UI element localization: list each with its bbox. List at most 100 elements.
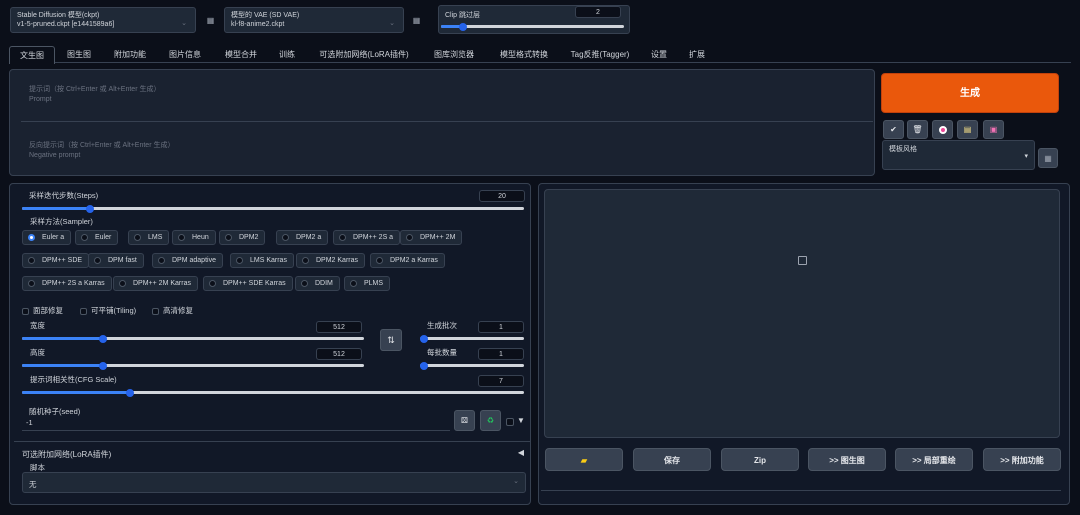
check-icon[interactable]: ✔ xyxy=(883,120,904,139)
vae-select[interactable]: 模型的 VAE (SD VAE) kl-f8-anime2.ckpt ⌄ xyxy=(224,7,404,33)
send-to-img2img-button[interactable]: >> 图生图 xyxy=(808,448,886,471)
negative-prompt-textarea[interactable]: 反向提示词（按 Ctrl+Enter 或 Alt+Enter 生成） Negat… xyxy=(21,132,873,172)
lora-icon[interactable] xyxy=(932,120,953,139)
sampler-option[interactable]: PLMS xyxy=(344,276,391,291)
sampler-option-label: LMS xyxy=(148,234,163,241)
refresh-vae-icon[interactable]: ▦ xyxy=(410,14,423,26)
save-icon[interactable]: ▣ xyxy=(983,120,1004,139)
sampler-option[interactable]: DPM2 xyxy=(219,230,266,245)
dice-icon[interactable]: ⚄ xyxy=(454,410,475,431)
tiling-checkbox[interactable]: 可平铺(Tiling) xyxy=(80,305,136,316)
tab-tagger[interactable]: Tag反推(Tagger) xyxy=(565,46,635,63)
sampler-option[interactable]: DPM++ 2M xyxy=(400,230,463,245)
trash-icon[interactable]: 🗑 xyxy=(907,120,928,139)
height-slider[interactable] xyxy=(22,361,364,370)
apply-style-icon[interactable]: ▦ xyxy=(1038,148,1058,168)
sampler-option[interactable]: DPM adaptive xyxy=(152,253,223,268)
steps-slider[interactable] xyxy=(22,204,524,213)
tiling-label: 可平铺(Tiling) xyxy=(91,306,137,315)
sampler-option[interactable]: DPM2 a Karras xyxy=(370,253,445,268)
generate-button[interactable]: 生成 xyxy=(881,73,1059,113)
lora-accordion[interactable]: 可选附加网络(LoRA插件) ◀ xyxy=(14,441,530,463)
ckpt-select[interactable]: Stable Diffusion 模型(ckpt) v1-5-pruned.ck… xyxy=(10,7,196,33)
steps-input[interactable]: 20 xyxy=(479,190,525,202)
sampler-option[interactable]: Heun xyxy=(172,230,216,245)
tab-txt2img[interactable]: 文生图 xyxy=(9,46,55,64)
sampler-option[interactable]: DPM++ 2M Karras xyxy=(113,276,198,291)
checkbox-icon xyxy=(152,307,159,315)
swap-icon[interactable]: ⇅ xyxy=(380,329,402,351)
folder-icon: ▰ xyxy=(580,456,588,465)
open-folder-button[interactable]: ▰ xyxy=(545,448,623,471)
tab-gallery[interactable]: 图库浏览器 xyxy=(427,46,481,63)
send-to-extras-button[interactable]: >> 附加功能 xyxy=(983,448,1061,471)
prompt-textarea[interactable]: 提示词（按 Ctrl+Enter 或 Alt+Enter 生成） Prompt xyxy=(21,76,873,122)
send-to-inpaint-button[interactable]: >> 局部重绘 xyxy=(895,448,973,471)
caret-down-icon[interactable]: ▼ xyxy=(517,416,525,425)
batch-size-slider[interactable] xyxy=(420,361,524,370)
style-label: 模板风格 xyxy=(889,146,917,153)
tab-extensions[interactable]: 扩展 xyxy=(684,46,710,63)
clipboard-icon[interactable]: ▤ xyxy=(957,120,978,139)
batch-size-input[interactable]: 1 xyxy=(478,348,524,360)
refresh-models-icon[interactable]: ▦ xyxy=(204,14,217,26)
save-button[interactable]: 保存 xyxy=(633,448,711,471)
sampler-option[interactable]: DPM fast xyxy=(88,253,144,268)
sampler-option-label: DPM2 a xyxy=(296,234,322,241)
sampler-option[interactable]: DPM++ SDE Karras xyxy=(203,276,293,291)
sampler-option[interactable]: LMS Karras xyxy=(230,253,294,268)
seed-input[interactable]: -1 xyxy=(26,418,33,427)
tab-img2img[interactable]: 图生图 xyxy=(60,46,98,63)
sampler-option[interactable]: DPM++ 2S a Karras xyxy=(22,276,112,291)
tab-extras[interactable]: 附加功能 xyxy=(106,46,154,63)
style-select[interactable]: 模板风格 ▾ xyxy=(882,140,1035,170)
cfg-slider[interactable] xyxy=(22,388,524,397)
sampler-option[interactable]: DPM++ SDE xyxy=(22,253,90,268)
prompt-panel: 提示词（按 Ctrl+Enter 或 Alt+Enter 生成） Prompt … xyxy=(9,69,875,176)
tab-convert[interactable]: 模型格式转换 xyxy=(493,46,555,63)
width-slider[interactable] xyxy=(22,334,364,343)
recycle-icon[interactable]: ♻ xyxy=(480,410,501,431)
face-restore-checkbox[interactable]: 面部修复 xyxy=(22,305,63,316)
radio-icon xyxy=(94,257,101,264)
extra-seed-checkbox[interactable] xyxy=(506,418,514,426)
tab-merge[interactable]: 模型合并 xyxy=(217,46,265,63)
sampler-option[interactable]: Euler a xyxy=(22,230,72,245)
ckpt-value: v1-5-pruned.ckpt [e1441589a6] xyxy=(17,21,115,28)
height-label: 高度 xyxy=(30,348,45,357)
width-input[interactable]: 512 xyxy=(316,321,362,333)
seed-block: 随机种子(seed) -1 xyxy=(22,403,450,431)
script-select[interactable]: 无 ⌄ xyxy=(22,472,526,493)
sampler-option[interactable]: DDIM xyxy=(295,276,340,291)
sampler-option[interactable]: DPM2 a xyxy=(276,230,329,245)
chevron-down-icon: ⌄ xyxy=(389,20,395,27)
batch-count-label: 生成批次 xyxy=(427,321,457,330)
tab-png-info[interactable]: 图片信息 xyxy=(161,46,209,63)
tab-settings[interactable]: 设置 xyxy=(646,46,672,63)
ckpt-label: Stable Diffusion 模型(ckpt) xyxy=(17,12,100,19)
seed-label: 随机种子(seed) xyxy=(29,407,81,416)
tab-train[interactable]: 训练 xyxy=(273,46,301,63)
hires-checkbox[interactable]: 高清修复 xyxy=(152,305,193,316)
height-input[interactable]: 512 xyxy=(316,348,362,360)
zip-button[interactable]: Zip xyxy=(721,448,799,471)
chevron-down-icon: ▾ xyxy=(1024,153,1028,160)
checkbox-icon xyxy=(80,307,87,315)
negative-placeholder-1: 反向提示词（按 Ctrl+Enter 或 Alt+Enter 生成） xyxy=(29,142,175,149)
sampler-option[interactable]: DPM2 Karras xyxy=(296,253,366,268)
clip-value-input[interactable]: 2 xyxy=(575,6,621,18)
batch-count-slider[interactable] xyxy=(420,334,524,343)
sampler-option[interactable]: DPM++ 2S a xyxy=(333,230,401,245)
sampler-option-label: DPM fast xyxy=(108,257,137,264)
tab-lora[interactable]: 可选附加网络(LoRA插件) xyxy=(312,46,416,63)
clip-slider[interactable] xyxy=(441,22,624,31)
sampler-option[interactable]: Euler xyxy=(75,230,119,245)
checkbox-icon xyxy=(22,307,29,315)
batch-count-input[interactable]: 1 xyxy=(478,321,524,333)
cfg-input[interactable]: 7 xyxy=(478,375,524,387)
prompt-placeholder-2: Prompt xyxy=(29,96,52,103)
radio-icon xyxy=(225,234,232,241)
sampler-option-label: DPM++ 2S a xyxy=(353,234,394,241)
radio-icon xyxy=(178,234,185,241)
sampler-option[interactable]: LMS xyxy=(128,230,170,245)
